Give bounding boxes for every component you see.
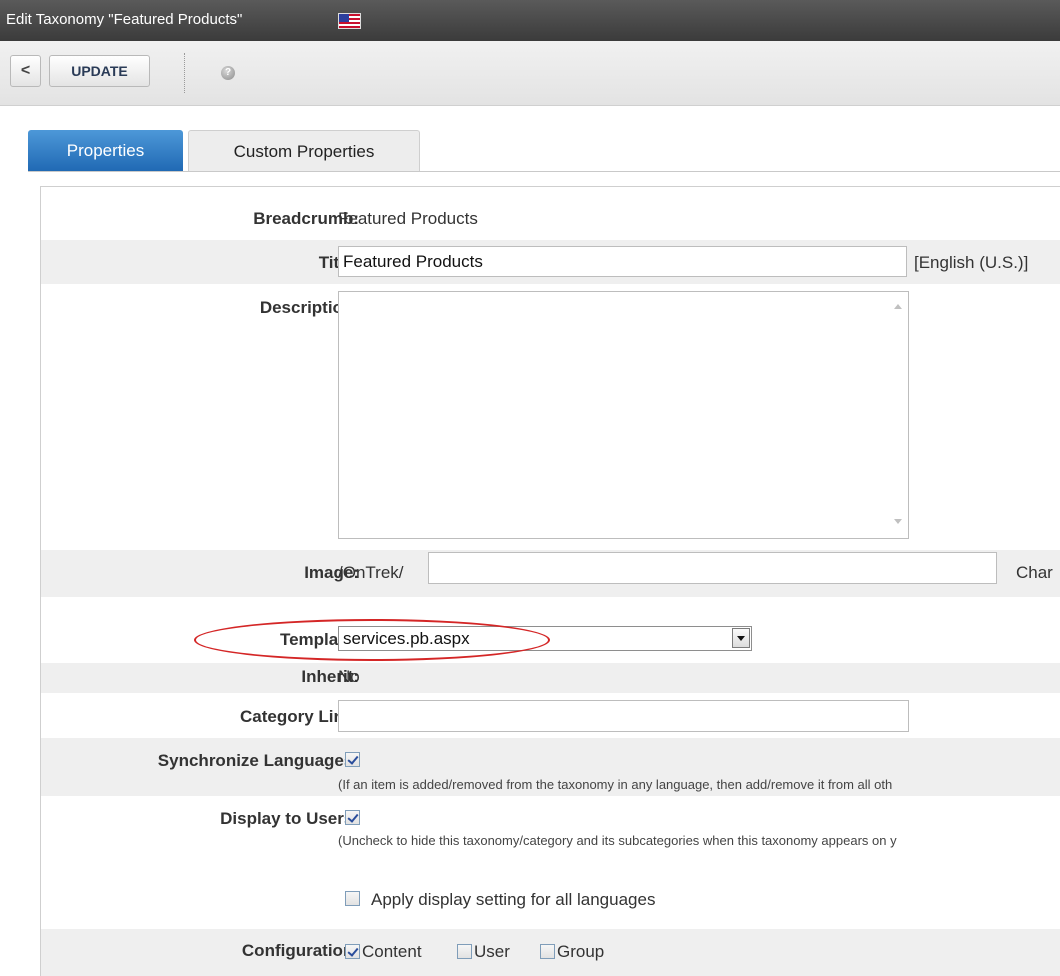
breadcrumb-row: Breadcrumb: Featured Products bbox=[41, 187, 1060, 240]
template-select[interactable]: services.pb.aspx bbox=[338, 626, 752, 651]
chevron-left-icon: < bbox=[20, 62, 31, 79]
tab-divider bbox=[28, 171, 1060, 172]
title-field[interactable] bbox=[338, 246, 907, 277]
group-checkbox[interactable] bbox=[540, 944, 555, 959]
user-checkbox[interactable] bbox=[457, 944, 472, 959]
title-language: [English (U.S.)] bbox=[914, 253, 1029, 272]
configuration-label: Configuration: bbox=[241, 941, 359, 960]
display-users-row: Display to Users: (Uncheck to hide this … bbox=[41, 796, 1060, 929]
description-textarea[interactable] bbox=[338, 291, 909, 539]
sync-languages-checkbox[interactable] bbox=[345, 752, 360, 767]
breadcrumb-value: Featured Products bbox=[338, 209, 478, 228]
sync-languages-help: (If an item is added/removed from the ta… bbox=[338, 777, 893, 792]
help-icon[interactable]: ? bbox=[221, 66, 235, 80]
properties-panel: Breadcrumb: Featured Products Title: [En… bbox=[40, 186, 1060, 976]
apply-all-languages-label[interactable]: Apply display setting for all languages bbox=[371, 890, 655, 910]
content-checkbox[interactable] bbox=[345, 944, 360, 959]
description-scrollbar[interactable] bbox=[889, 292, 907, 538]
group-checkbox-label[interactable]: Group bbox=[557, 942, 604, 962]
us-flag-icon bbox=[338, 13, 361, 29]
display-users-label: Display to Users: bbox=[220, 809, 359, 828]
scroll-up-icon bbox=[894, 304, 902, 309]
configuration-row: Configuration: Content User Group bbox=[41, 929, 1060, 976]
toolbar: < UPDATE ? bbox=[0, 41, 1060, 106]
apply-all-languages-checkbox[interactable] bbox=[345, 891, 360, 906]
tab-properties[interactable]: Properties bbox=[28, 130, 183, 172]
display-users-help: (Uncheck to hide this taxonomy/category … bbox=[338, 833, 897, 848]
back-button[interactable]: < bbox=[10, 55, 41, 87]
category-link-field[interactable] bbox=[338, 700, 909, 732]
content-checkbox-label[interactable]: Content bbox=[362, 942, 422, 962]
image-change-link[interactable]: Char bbox=[1016, 563, 1053, 583]
user-checkbox-label[interactable]: User bbox=[474, 942, 510, 962]
scroll-down-icon bbox=[894, 519, 902, 524]
update-button[interactable]: UPDATE bbox=[49, 55, 150, 87]
chevron-down-icon bbox=[732, 628, 750, 648]
display-users-checkbox[interactable] bbox=[345, 810, 360, 825]
template-selected-value: services.pb.aspx bbox=[343, 629, 470, 648]
sync-languages-row: Synchronize Languages: (If an item is ad… bbox=[41, 738, 1060, 796]
template-row: Template: services.pb.aspx bbox=[41, 597, 1060, 663]
window-title: Edit Taxonomy "Featured Products" bbox=[6, 11, 243, 28]
tab-custom-properties[interactable]: Custom Properties bbox=[188, 130, 420, 172]
image-row: Image: /OnTrek/ Char bbox=[41, 550, 1060, 597]
category-link-row: Category Link: bbox=[41, 693, 1060, 738]
image-path-prefix: /OnTrek/ bbox=[338, 563, 404, 582]
sync-languages-label: Synchronize Languages: bbox=[157, 751, 359, 770]
inherit-value: No bbox=[338, 667, 360, 686]
toolbar-divider bbox=[184, 53, 185, 93]
description-row: Description: bbox=[41, 284, 1060, 550]
title-row: Title: [English (U.S.)] bbox=[41, 240, 1060, 284]
image-field[interactable] bbox=[428, 552, 997, 584]
window-title-bar: Edit Taxonomy "Featured Products" bbox=[0, 0, 1060, 41]
inherit-row: Inherit: No bbox=[41, 663, 1060, 693]
